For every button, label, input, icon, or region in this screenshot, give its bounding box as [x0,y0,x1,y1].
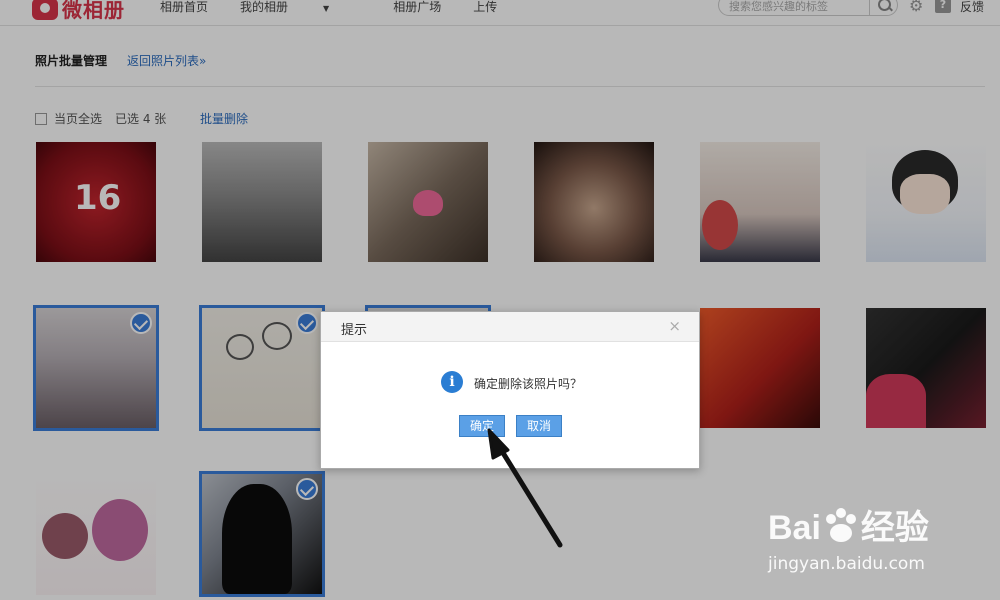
watermark-logo-tail: 经验 [860,509,929,547]
paw-icon [825,508,856,542]
confirm-delete-dialog: 提示 × i 确定删除该照片吗？ 确定 取消 [320,311,700,469]
watermark-logo: Bai 经验 [768,508,929,547]
dialog-title: 提示 [341,323,368,338]
confirm-button[interactable]: 确定 [459,415,505,437]
watermark-logo-text: Bai [768,509,821,547]
dialog-header: 提示 × [321,312,699,342]
info-icon: i [441,371,463,393]
watermark-url: jingyan.baidu.com [768,554,925,574]
close-icon[interactable]: × [668,317,681,335]
dialog-message: 确定删除该照片吗？ [474,377,583,391]
baidu-jingyan-watermark: Bai 经验 jingyan.baidu.com [768,500,929,574]
cancel-button[interactable]: 取消 [516,415,562,437]
